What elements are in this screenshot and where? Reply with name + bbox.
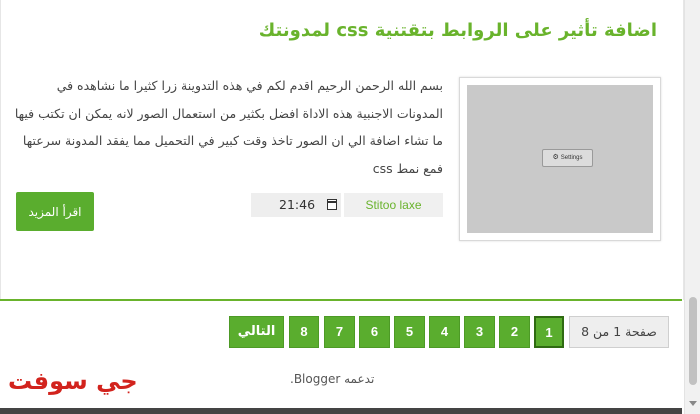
read-more-button[interactable]: اقرأ المزيد: [16, 192, 94, 231]
pagination-page-1-current[interactable]: 1: [534, 316, 564, 348]
powered-by-prefix: تدعمه: [344, 372, 375, 386]
pagination-info: صفحة 1 من 8: [569, 316, 669, 348]
page-scrollbar[interactable]: [684, 0, 700, 414]
settings-label: Settings: [560, 155, 583, 161]
pagination-page-8[interactable]: 8: [289, 316, 319, 348]
blogger-link[interactable]: Blogger: [294, 372, 340, 386]
settings-chip: ⚙ Settings: [542, 149, 593, 167]
post-thumbnail[interactable]: ⚙ Settings: [459, 77, 661, 241]
post-excerpt: بسم الله الرحمن الرحيم اقدم لكم في هذه ا…: [14, 78, 443, 176]
post-author[interactable]: Stitoo laxe: [344, 193, 443, 217]
pagination-page-5[interactable]: 5: [394, 316, 425, 348]
calendar-icon: [327, 199, 337, 210]
pagination-page-6[interactable]: 6: [359, 316, 390, 348]
pagination-page-4[interactable]: 4: [429, 316, 460, 348]
footer-bar: [0, 408, 682, 414]
pagination-page-2[interactable]: 2: [499, 316, 530, 348]
gear-icon: ⚙: [552, 154, 559, 161]
scroll-down-arrow-icon[interactable]: [689, 401, 697, 406]
pagination-page-7[interactable]: 7: [324, 316, 355, 348]
section-divider: [0, 299, 682, 301]
scrollbar-thumb[interactable]: [689, 297, 697, 385]
powered-by: تدعمه Blogger.: [290, 372, 374, 386]
pagination-page-3[interactable]: 3: [464, 316, 495, 348]
post-card: اضافة تأثير على الروابط بتقتنية css لمدو…: [0, 0, 684, 300]
site-logo[interactable]: جي سوفت: [8, 367, 138, 395]
pagination-next-button[interactable]: التالي: [229, 316, 284, 348]
post-title[interactable]: اضافة تأثير على الروابط بتقتنية css لمدو…: [259, 20, 657, 41]
thumbnail-image: ⚙ Settings: [467, 85, 653, 233]
